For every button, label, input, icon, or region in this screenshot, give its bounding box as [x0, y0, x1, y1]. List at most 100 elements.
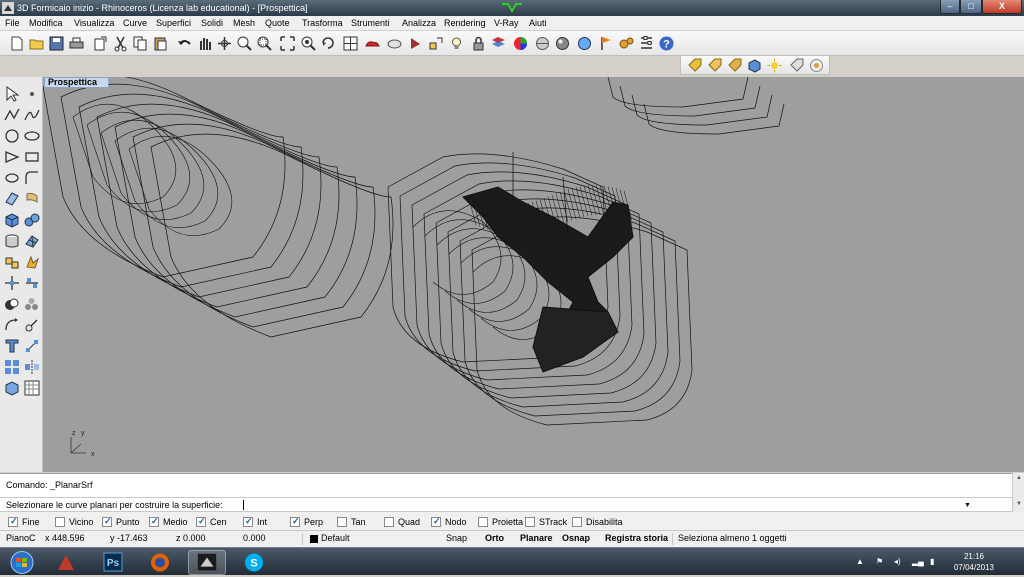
rotate-arc-icon[interactable]	[3, 316, 21, 334]
array-icon[interactable]	[3, 358, 21, 376]
record-history-toggle[interactable]: Registra storia	[605, 533, 668, 543]
rhino-taskbar-icon[interactable]	[188, 550, 226, 575]
save-icon[interactable]	[48, 35, 65, 52]
rotate-camera-icon[interactable]	[320, 35, 337, 52]
osnap-strack-checkbox[interactable]	[525, 517, 535, 527]
curve-interp-icon[interactable]	[23, 106, 41, 124]
osnap-cen-checkbox[interactable]	[196, 515, 206, 527]
zoom-window-icon[interactable]	[256, 35, 273, 52]
circle-tool-icon[interactable]	[3, 127, 21, 145]
tray-flag-icon[interactable]: ⚑	[876, 557, 886, 567]
dimension-icon[interactable]	[23, 337, 41, 355]
planare-toggle[interactable]: Planare	[520, 533, 553, 543]
viewport-perspective[interactable]: z y x	[43, 77, 1024, 472]
print-icon[interactable]	[68, 35, 85, 52]
osnap-medio-checkbox[interactable]	[149, 515, 159, 527]
render-icon[interactable]	[576, 35, 593, 52]
menu-strumenti[interactable]: Strumenti	[351, 18, 390, 28]
flag-icon[interactable]	[598, 35, 615, 52]
layers-icon[interactable]	[490, 35, 507, 52]
start-button-icon[interactable]	[3, 550, 41, 575]
osnap-proietta[interactable]: Proietta	[478, 516, 523, 528]
four-views-icon[interactable]	[342, 35, 359, 52]
osnap-nodo-checkbox[interactable]	[431, 515, 441, 527]
transform-group-icon[interactable]	[3, 253, 21, 271]
osnap-vicino-checkbox[interactable]	[55, 517, 65, 527]
rhino-red-taskbar-icon[interactable]	[47, 550, 85, 575]
osnap-vicino[interactable]: Vicino	[55, 516, 93, 528]
vray-sun-icon[interactable]	[767, 58, 782, 73]
object-snap-icon[interactable]	[428, 35, 445, 52]
scale-icon[interactable]	[23, 316, 41, 334]
undo-icon[interactable]	[176, 35, 193, 52]
copy-to-clipboard-icon[interactable]	[92, 35, 109, 52]
osnap-int[interactable]: Int	[243, 515, 267, 528]
menu-superfici[interactable]: Superfici	[156, 18, 191, 28]
vray-tag-icon[interactable]	[687, 58, 702, 73]
scroll-up-arrow[interactable]: ▲	[1015, 475, 1023, 481]
osnap-perp-checkbox[interactable]	[290, 515, 300, 527]
zoom-dynamic-icon[interactable]	[236, 35, 253, 52]
menu-visualizza[interactable]: Visualizza	[74, 18, 114, 28]
osnap-toggle[interactable]: Osnap	[562, 533, 590, 543]
box-blue-icon[interactable]	[3, 379, 21, 397]
open-folder-icon[interactable]	[28, 35, 45, 52]
vray-tag-4-icon[interactable]	[789, 58, 804, 73]
menu-aiuti[interactable]: Aiuti	[529, 18, 547, 28]
vray-render-icon[interactable]	[809, 58, 824, 73]
menu-vray[interactable]: V-Ray	[494, 18, 519, 28]
osnap-disabilita[interactable]: Disabilita	[572, 516, 623, 528]
osnap-fine[interactable]: Fine	[8, 515, 40, 528]
new-file-icon[interactable]	[8, 35, 25, 52]
osnap-perp[interactable]: Perp	[290, 515, 323, 528]
scroll-down-arrow[interactable]: ▼	[1015, 501, 1023, 507]
color-wheel-icon[interactable]	[512, 35, 529, 52]
render-sphere-icon[interactable]	[534, 35, 551, 52]
osnap-int-checkbox[interactable]	[243, 515, 253, 527]
environment-sphere-icon[interactable]	[554, 35, 571, 52]
cplane-label[interactable]: PianoC	[6, 533, 36, 543]
camera-car-icon[interactable]	[364, 35, 381, 52]
command-line[interactable]: Selezionare le curve planari per costrui…	[0, 497, 1024, 512]
spheres-group-icon[interactable]	[23, 295, 41, 313]
osnap-nodo[interactable]: Nodo	[431, 515, 467, 528]
maximize-button[interactable]: □	[960, 0, 982, 14]
orto-toggle[interactable]: Orto	[485, 533, 504, 543]
arc-tool-icon[interactable]	[3, 169, 21, 187]
box-solid-icon[interactable]	[3, 211, 21, 229]
polygon-tool-icon[interactable]	[3, 148, 21, 166]
mirror-icon[interactable]	[23, 358, 41, 376]
paste-icon[interactable]	[152, 35, 169, 52]
menu-solidi[interactable]: Solidi	[201, 18, 223, 28]
mesh-icon[interactable]	[23, 232, 41, 250]
menu-quote[interactable]: Quote	[265, 18, 290, 28]
settings-gears-icon[interactable]	[618, 35, 635, 52]
command-dropdown-arrow[interactable]: ▼	[964, 502, 971, 509]
explode-icon[interactable]	[23, 253, 41, 271]
pan-hand-icon[interactable]	[196, 35, 213, 52]
point-icon[interactable]	[23, 85, 41, 103]
osnap-tan-checkbox[interactable]	[337, 517, 347, 527]
command-scrollbar[interactable]: ▲ ▼	[1012, 473, 1024, 512]
spheres-icon[interactable]	[23, 211, 41, 229]
osnap-proietta-checkbox[interactable]	[478, 517, 488, 527]
boolean-union-icon[interactable]	[3, 295, 21, 313]
osnap-medio[interactable]: Medio	[149, 515, 188, 528]
osnap-tan[interactable]: Tan	[337, 516, 366, 528]
firefox-taskbar-icon[interactable]	[141, 550, 179, 575]
menu-rendering[interactable]: Rendering	[444, 18, 486, 28]
extrude-surface-icon[interactable]	[23, 190, 41, 208]
osnap-fine-checkbox[interactable]	[8, 515, 18, 527]
minimize-button[interactable]: –	[940, 0, 960, 14]
select-objects-icon[interactable]	[408, 35, 425, 52]
lock-icon[interactable]	[470, 35, 487, 52]
copy-icon[interactable]	[132, 35, 149, 52]
vray-cube-icon[interactable]	[747, 58, 762, 73]
osnap-quad-checkbox[interactable]	[384, 517, 394, 527]
skype-taskbar-icon[interactable]: S	[235, 550, 273, 575]
menu-analizza[interactable]: Analizza	[402, 18, 436, 28]
speaker-icon[interactable]: ◂)	[894, 557, 904, 567]
current-layer[interactable]: Default	[321, 533, 350, 543]
zoom-selected-icon[interactable]	[300, 35, 317, 52]
menu-curve[interactable]: Curve	[123, 18, 147, 28]
